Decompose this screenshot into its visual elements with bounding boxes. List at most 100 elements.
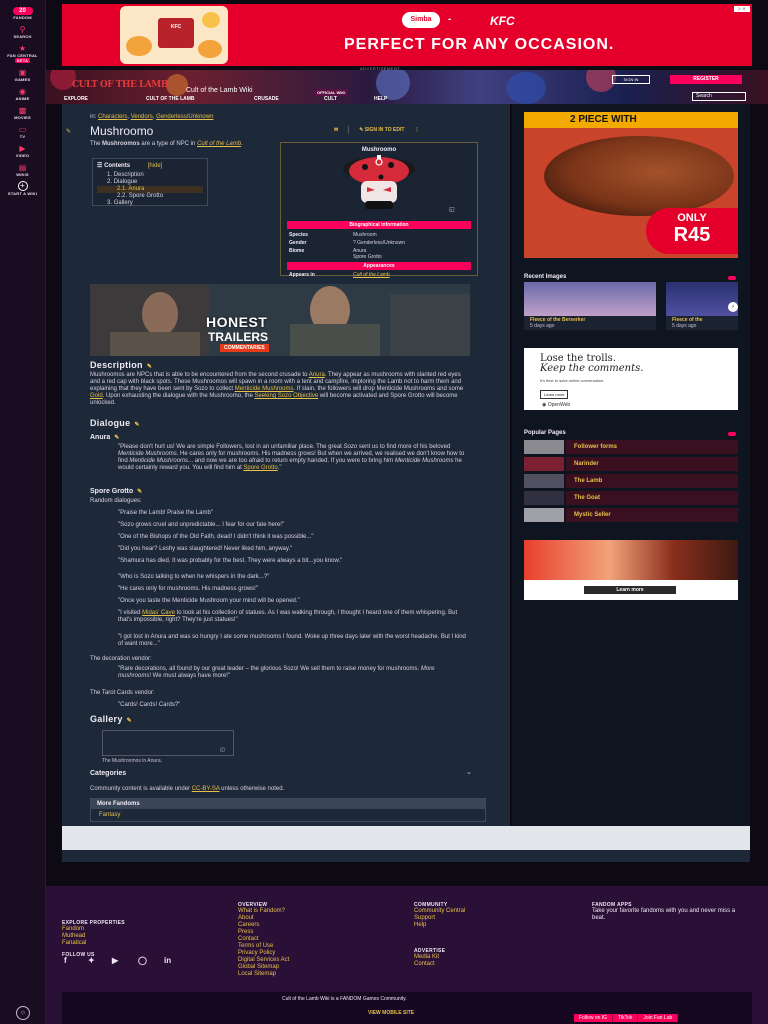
popular-page-item[interactable]: Narinder: [524, 457, 738, 471]
breadcrumb-characters[interactable]: Characters: [98, 114, 127, 120]
nav-wikis[interactable]: ▤ WIKIS: [0, 162, 45, 178]
footer-link[interactable]: Media Kit: [414, 954, 439, 960]
tab-explore[interactable]: EXPLORE: [64, 96, 88, 102]
infobox-image[interactable]: ◱: [281, 153, 477, 215]
footer-link[interactable]: Muthead: [62, 933, 85, 939]
instagram-icon[interactable]: ◯: [138, 956, 147, 965]
footer-link[interactable]: Contact: [414, 961, 435, 967]
popular-page-item[interactable]: Mystic Seller: [524, 508, 738, 522]
gallery-image[interactable]: ◱: [102, 730, 234, 756]
talk-icon[interactable]: ✉: [334, 127, 338, 133]
follow-ig-button[interactable]: Follow on IG: [574, 1014, 614, 1022]
ad-price-badge: ONLY R45: [646, 208, 738, 254]
popular-page-item[interactable]: Follower forms: [524, 440, 738, 454]
toc-item-dialogue[interactable]: 2. Dialogue: [97, 179, 203, 186]
nav-anime[interactable]: ◉ ANIME: [0, 86, 45, 102]
toc-hide-button[interactable]: [hide]: [148, 163, 163, 169]
fandom-circle-icon[interactable]: ☼: [16, 1006, 30, 1020]
cc-by-sa-link[interactable]: CC-BY-SA: [192, 786, 220, 792]
tab-cult-of-the-lamb[interactable]: CULT OF THE LAMB: [146, 96, 195, 102]
nav-search[interactable]: ⚲ SEARCH: [0, 24, 45, 40]
footer-link[interactable]: Local Sitemap: [238, 971, 276, 977]
edit-icon[interactable]: ✎: [134, 422, 139, 428]
language-icon[interactable]: ✎: [66, 128, 71, 135]
youtube-icon[interactable]: ▶: [112, 956, 118, 965]
footer-link[interactable]: Privacy Policy: [238, 950, 275, 956]
ad-learn-more-button[interactable]: Learn more: [584, 586, 676, 594]
view-mobile-site-link[interactable]: VIEW MOBILE SITE: [368, 1010, 414, 1016]
categories-toggle[interactable]: Categories: [90, 770, 126, 777]
wiki-logo[interactable]: CULT OF THE LAMB: [72, 80, 168, 90]
register-button[interactable]: REGISTER: [670, 75, 742, 84]
cult-of-the-lamb-link[interactable]: Cult of the Lamb: [197, 141, 241, 147]
nav-video[interactable]: ▶ VIDEO: [0, 143, 45, 159]
twitter-icon[interactable]: ✦: [88, 956, 95, 965]
toc-item-description[interactable]: 1. Description: [97, 172, 203, 179]
popular-page-item[interactable]: The Lamb: [524, 474, 738, 488]
midas-cave-link[interactable]: Midas' Cave: [142, 610, 175, 616]
chevron-down-icon[interactable]: ⌄: [466, 768, 472, 776]
facebook-icon[interactable]: f: [64, 956, 67, 965]
toc-item-gallery[interactable]: 3. Gallery: [97, 200, 203, 207]
breadcrumb-genderless[interactable]: Genderless/Unknown: [156, 114, 213, 120]
gold-link[interactable]: Gold: [90, 393, 103, 399]
toc-item-spore-grotto[interactable]: 2.2. Spore Grotto: [97, 193, 203, 200]
nav-fan-central[interactable]: ★ FAN CENTRAL BETA: [0, 43, 45, 63]
recent-image-thumb: [666, 282, 738, 316]
anura-link[interactable]: Anura: [309, 372, 325, 378]
nav-tv[interactable]: ▭ TV: [0, 124, 45, 140]
breadcrumb-vendors[interactable]: Vendors: [131, 114, 153, 120]
footer-link[interactable]: About: [238, 915, 254, 921]
menticide-mushrooms-link[interactable]: Menticide Mushrooms: [235, 386, 294, 392]
nav-movies[interactable]: ▩ MOVIES: [0, 105, 45, 121]
toc-item-anura[interactable]: 2.1. Anura: [97, 186, 203, 193]
tiktok-button[interactable]: TikTok: [613, 1014, 639, 1022]
footer-link[interactable]: Community Central: [414, 908, 465, 914]
seeking-sozo-link[interactable]: Seeking Sozo Objective: [254, 393, 318, 399]
wiki-search-input[interactable]: Search: [692, 92, 746, 101]
footer-apps-text: Take your favorite fandoms with you and …: [592, 908, 736, 921]
nav-games[interactable]: ▣ GAMES: [0, 67, 45, 83]
edit-icon[interactable]: ✎: [137, 489, 142, 495]
nav-fandom[interactable]: 20 FANDOM: [0, 4, 45, 20]
join-fan-lab-button[interactable]: Join Fan Lab: [638, 1014, 679, 1022]
tab-cult[interactable]: CULT: [324, 96, 337, 102]
edit-icon[interactable]: ✎: [147, 364, 152, 370]
video-player[interactable]: HONEST TRAILERS COMMENTARIES: [90, 284, 470, 356]
top-advertisement[interactable]: KFC Simba - KFC PERFECT FOR ANY OCCASION…: [62, 4, 752, 66]
footer-link[interactable]: Terms of Use: [238, 943, 273, 949]
more-options-icon[interactable]: ⋮: [414, 127, 419, 133]
spore-grotto-link[interactable]: Spore Grotto: [243, 465, 277, 471]
more-fandoms-item[interactable]: Fantasy: [91, 809, 485, 821]
tab-crusade[interactable]: CRUSADE: [254, 96, 279, 102]
ad-product-image: KFC: [120, 6, 228, 64]
footer-link[interactable]: Support: [414, 915, 435, 921]
ad-choices-icon[interactable]: ▷ ✕: [734, 6, 750, 12]
footer-link[interactable]: Global Sitemap: [238, 964, 279, 970]
edit-icon[interactable]: ✎: [114, 435, 119, 441]
tab-help[interactable]: HELP: [374, 96, 387, 102]
sign-in-button[interactable]: SIGN IN: [612, 75, 650, 84]
recent-image-thumb: [524, 282, 656, 316]
nav-start-wiki[interactable]: + START A WIKI: [0, 181, 45, 196]
footer-link[interactable]: Careers: [238, 922, 259, 928]
footer-link[interactable]: What is Fandom?: [238, 908, 285, 914]
rail-advertisement-openweb[interactable]: Lose the trolls. Keep the comments. It's…: [524, 348, 738, 410]
footer-link[interactable]: Press: [238, 929, 253, 935]
footer-link[interactable]: Digital Services Act: [238, 957, 289, 963]
rail-advertisement-bottom[interactable]: Learn more: [524, 540, 738, 600]
ad-learn-more-button[interactable]: Learn more: [540, 390, 569, 399]
linkedin-icon[interactable]: in: [164, 956, 171, 965]
recent-image-card[interactable]: Fleece of the Berserker 5 days ago: [524, 282, 656, 330]
heading-dialogue: Dialogue ✎: [90, 418, 140, 428]
footer-link[interactable]: Fanatical: [62, 940, 86, 946]
sign-in-to-edit-button[interactable]: ✎ SIGN IN TO EDIT: [359, 127, 404, 133]
chevron-right-icon[interactable]: ›: [728, 302, 738, 312]
footer-link[interactable]: Help: [414, 922, 426, 928]
popular-page-item[interactable]: The Goat: [524, 491, 738, 505]
rail-advertisement[interactable]: 2 PIECE WITH ONLY R45: [524, 112, 738, 258]
wiki-title[interactable]: Cult of the Lamb Wiki: [186, 87, 253, 94]
footer-link[interactable]: Fandom: [62, 926, 84, 932]
edit-icon[interactable]: ✎: [127, 718, 132, 724]
footer-link[interactable]: Contact: [238, 936, 259, 942]
